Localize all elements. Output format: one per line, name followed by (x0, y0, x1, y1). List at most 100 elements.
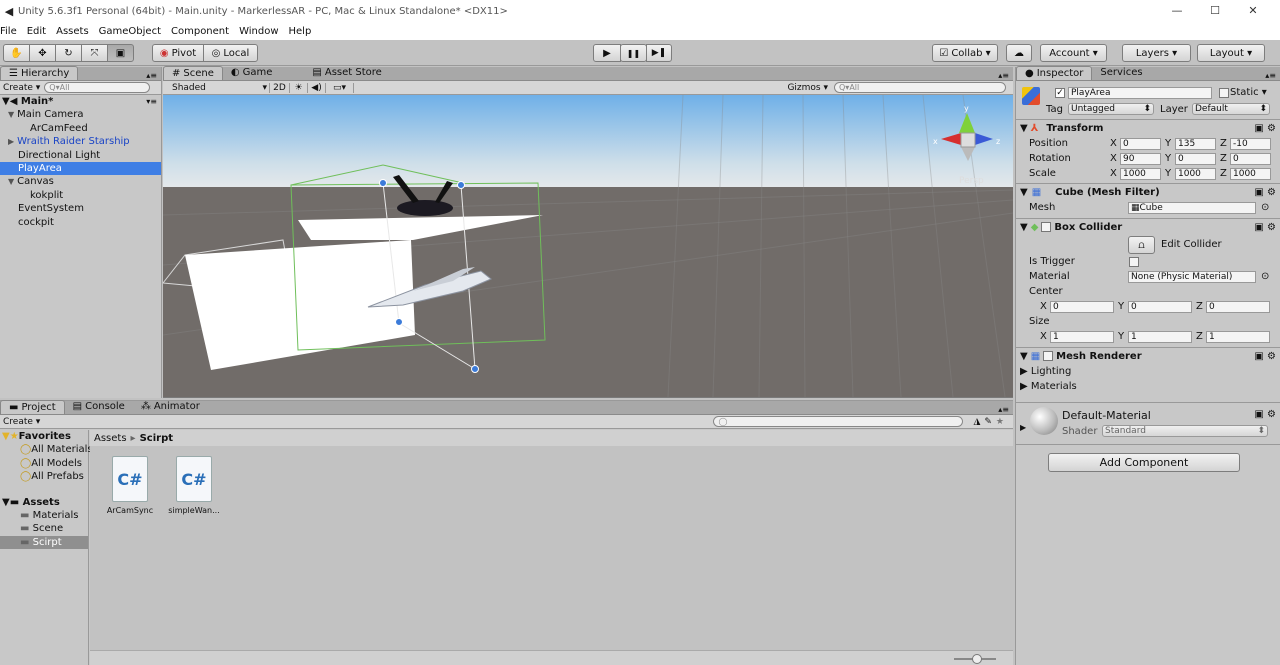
scene-root[interactable]: ▼◀ Main* ▾≡ (0, 95, 161, 108)
static-dropdown[interactable]: Static ▾ (1230, 87, 1267, 98)
panel-menu-icon[interactable]: ▴≡ (146, 71, 161, 80)
mesh-filter-header[interactable]: ▼ ▦ Cube (Mesh Filter) ▣ ⚙ (1016, 183, 1280, 200)
move-tool-button[interactable]: ✥ (29, 44, 56, 62)
collab-dropdown[interactable]: ☑ Collab ▾ (932, 44, 998, 62)
object-name-field[interactable]: PlayArea (1068, 87, 1212, 99)
static-checkbox[interactable] (1219, 88, 1229, 98)
tab-services[interactable]: Services (1092, 66, 1150, 80)
add-component-button[interactable]: Add Component (1048, 453, 1240, 472)
scene-viewport[interactable]: y x z Persp (163, 95, 1013, 397)
collider-material-field[interactable]: None (Physic Material) (1128, 270, 1256, 283)
scene-menu-icon[interactable]: ▾≡ (146, 95, 161, 108)
step-button[interactable]: ▶❚ (646, 44, 672, 62)
gizmos-dropdown[interactable]: Gizmos ▾ (787, 83, 834, 93)
hierarchy-create-button[interactable]: Create ▾ (3, 83, 40, 93)
tab-game[interactable]: ◐ Game (223, 66, 281, 80)
hierarchy-item[interactable]: ▼ Canvas (0, 175, 161, 188)
favorite-star-icon[interactable]: ★ (996, 417, 1004, 427)
menu-edit[interactable]: Edit (22, 26, 51, 37)
breadcrumb-scirpt[interactable]: Scirpt (140, 433, 173, 444)
menu-file[interactable]: File (0, 26, 22, 37)
layout-dropdown[interactable]: Layout ▾ (1197, 44, 1265, 62)
object-picker-icon[interactable]: ⊙ (1261, 271, 1269, 282)
hierarchy-item[interactable]: Directional Light (0, 149, 161, 162)
size-y-field[interactable]: 1 (1128, 330, 1192, 343)
component-settings-icon[interactable]: ▣ ⚙ (1254, 409, 1276, 420)
maximize-button[interactable]: ☐ (1196, 0, 1234, 22)
hierarchy-item[interactable]: ▼ Main Camera (0, 108, 161, 121)
tab-project[interactable]: ▬ Project (0, 400, 65, 414)
mesh-renderer-header[interactable]: ▼ ▦ Mesh Renderer ▣ ⚙ (1016, 347, 1280, 364)
filter-label-icon[interactable]: ✎ (984, 417, 992, 427)
rect-tool-button[interactable]: ▣ (107, 44, 134, 62)
layers-dropdown[interactable]: Layers ▾ (1122, 44, 1191, 62)
hierarchy-item[interactable]: ▶ Wraith Raider Starship (0, 135, 161, 148)
box-collider-enabled-checkbox[interactable] (1041, 222, 1052, 232)
lighting-toggle[interactable]: ☀ (290, 82, 308, 93)
tag-dropdown[interactable]: Untagged ⬍ (1068, 103, 1154, 115)
effects-dropdown[interactable]: ▭▾ (326, 82, 354, 93)
project-create-button[interactable]: Create ▾ (3, 417, 40, 427)
size-x-field[interactable]: 1 (1050, 330, 1114, 343)
hierarchy-item[interactable]: kokplit (0, 189, 161, 202)
tab-hierarchy[interactable]: ☰ Hierarchy (0, 66, 79, 80)
transform-header[interactable]: ▼ ⅄ Transform ▣ ⚙ (1016, 119, 1280, 136)
hand-tool-button[interactable]: ✋ (3, 44, 30, 62)
asset-folder-item[interactable]: ▬ Materials (0, 509, 88, 522)
center-y-field[interactable]: 0 (1128, 300, 1192, 313)
active-checkbox[interactable]: ✓ (1055, 88, 1065, 98)
2d-toggle[interactable]: 2D (270, 82, 290, 93)
menu-help[interactable]: Help (284, 26, 317, 37)
icon-size-slider-handle[interactable] (972, 654, 982, 664)
pause-button[interactable]: ❚❚ (620, 44, 647, 62)
position-z-field[interactable]: -10 (1230, 137, 1271, 150)
tab-asset-store[interactable]: ▤ Asset Store (304, 66, 389, 80)
script-asset[interactable]: C# simpleWan... (166, 456, 222, 515)
assets-folder[interactable]: ▼▬ Assets (0, 496, 88, 509)
panel-menu-icon[interactable]: ▴≡ (998, 405, 1013, 414)
position-x-field[interactable]: 0 (1120, 137, 1161, 150)
component-settings-icon[interactable]: ▣ ⚙ (1254, 123, 1276, 134)
layer-dropdown[interactable]: Default ⬍ (1192, 103, 1270, 115)
hierarchy-search-input[interactable]: Q▾All (44, 82, 151, 93)
favorites-folder[interactable]: ▼★Favorites (0, 430, 88, 443)
cloud-button[interactable]: ☁ (1006, 44, 1032, 62)
mesh-renderer-enabled-checkbox[interactable] (1043, 351, 1054, 361)
center-z-field[interactable]: 0 (1206, 300, 1270, 313)
edit-collider-button[interactable]: ⩍ (1128, 236, 1155, 254)
hierarchy-item[interactable]: ArCamFeed (0, 122, 161, 135)
hierarchy-item[interactable]: cockpit (0, 216, 161, 229)
hierarchy-item[interactable]: PlayArea (0, 161, 161, 176)
menu-assets[interactable]: Assets (51, 26, 94, 37)
scale-x-field[interactable]: 1000 (1120, 167, 1161, 180)
lighting-foldout[interactable]: ▶ Lighting (1016, 364, 1280, 379)
is-trigger-checkbox[interactable] (1129, 256, 1139, 267)
hierarchy-item[interactable]: EventSystem (0, 202, 161, 215)
panel-menu-icon[interactable]: ▴≡ (1265, 71, 1280, 80)
audio-toggle[interactable]: ◀) (308, 82, 326, 93)
asset-folder-item[interactable]: ▬ Scene (0, 522, 88, 535)
script-asset[interactable]: C# ArCamSync (102, 456, 158, 515)
materials-foldout[interactable]: ▶ Materials (1016, 379, 1280, 394)
rotate-tool-button[interactable]: ↻ (55, 44, 82, 62)
menu-component[interactable]: Component (166, 26, 234, 37)
foldout-arrow-icon[interactable]: ▶ (1020, 423, 1026, 432)
component-settings-icon[interactable]: ▣ ⚙ (1254, 187, 1276, 198)
account-dropdown[interactable]: Account ▾ (1040, 44, 1107, 62)
shader-dropdown[interactable]: Standard ⬍ (1102, 425, 1268, 437)
rotation-x-field[interactable]: 90 (1120, 152, 1161, 165)
favorite-item[interactable]: ◯All Models (0, 457, 88, 470)
favorite-item[interactable]: ◯All Prefabs (0, 470, 88, 483)
tab-console[interactable]: ▤ Console (65, 400, 133, 414)
shading-dropdown[interactable]: Shaded ▾ (166, 82, 270, 93)
position-y-field[interactable]: 135 (1175, 137, 1216, 150)
rotation-y-field[interactable]: 0 (1175, 152, 1216, 165)
local-toggle[interactable]: ◎ Local (203, 44, 258, 62)
close-button[interactable]: ✕ (1234, 0, 1272, 22)
pivot-toggle[interactable]: ◉ Pivot (152, 44, 204, 62)
size-z-field[interactable]: 1 (1206, 330, 1270, 343)
object-picker-icon[interactable]: ⊙ (1261, 202, 1269, 213)
menu-window[interactable]: Window (234, 26, 283, 37)
box-collider-header[interactable]: ▼ ◆ Box Collider ▣ ⚙ (1016, 218, 1280, 235)
panel-menu-icon[interactable]: ▴≡ (998, 71, 1013, 80)
